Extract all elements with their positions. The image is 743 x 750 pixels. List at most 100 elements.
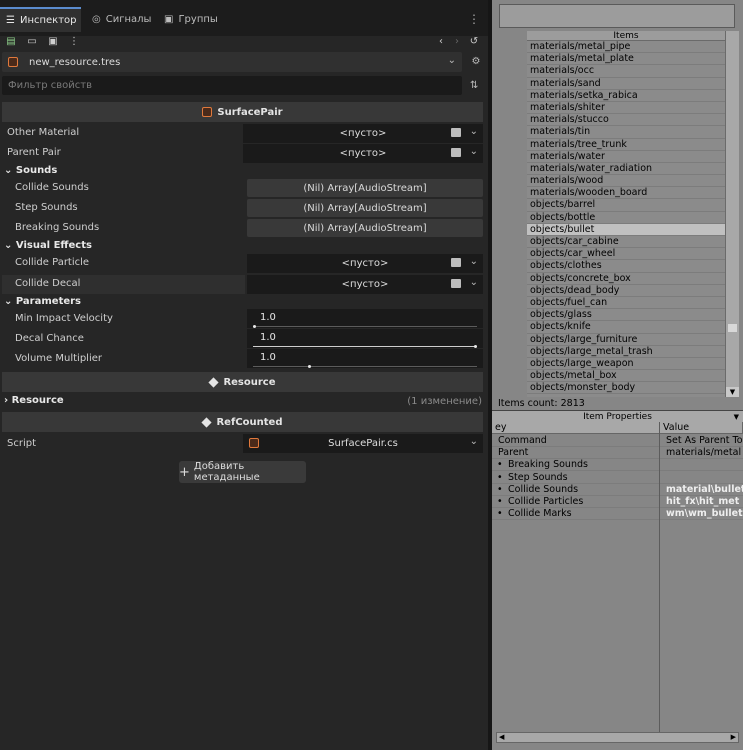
collide-particle-field[interactable]: <пусто> ⌄ — [247, 254, 483, 273]
slider-knob[interactable] — [308, 365, 312, 368]
list-item[interactable]: materials/stucco — [527, 114, 725, 127]
list-item[interactable]: objects/large_weapon — [527, 358, 725, 371]
collide-particle-value: <пусто> — [341, 258, 389, 269]
scroll-down-icon[interactable]: ▼ — [726, 387, 739, 397]
tab-menu-icon[interactable]: ⋮ — [468, 12, 480, 26]
tab-groups[interactable]: ▣ Группы — [158, 7, 224, 32]
section-resource-label: Resource — [223, 376, 276, 388]
parent-pair-field[interactable]: <пусто> ⌄ — [243, 144, 483, 163]
save-icon[interactable]: ▣ — [47, 36, 59, 48]
load-icon[interactable] — [451, 258, 461, 267]
history-icon[interactable]: ↺ — [468, 36, 480, 48]
section-surfacepair: SurfacePair — [2, 102, 483, 122]
list-item[interactable]: materials/sand — [527, 78, 725, 90]
scroll-thumb[interactable] — [728, 324, 737, 332]
history-forward-icon[interactable]: › — [451, 36, 463, 48]
open-folder-icon[interactable]: ▭ — [26, 36, 38, 48]
list-item[interactable]: materials/shiter — [527, 102, 725, 115]
items-list[interactable]: materials/metal_pipe materials/metal_plat… — [527, 41, 725, 397]
list-item[interactable]: objects/car_cabine — [527, 236, 725, 249]
section-resource: Resource — [2, 372, 483, 392]
group-visual-effects[interactable]: ⌄ Visual Effects — [4, 240, 92, 251]
bullet-icon: • — [497, 459, 503, 471]
property-row[interactable]: • Collide Particles hit_fx\hit_met — [492, 496, 743, 508]
property-row[interactable]: • Collide Marks wm\wm_bullet — [492, 508, 743, 521]
property-key: Parent — [498, 447, 529, 459]
signal-icon: ◎ — [92, 14, 101, 25]
tab-inspector[interactable]: ☰ Инспектор — [0, 7, 81, 32]
group-parameters[interactable]: ⌄ Parameters — [4, 296, 81, 307]
chevron-down-icon[interactable]: ⌄ — [470, 146, 478, 157]
chevron-down-icon[interactable]: ⌄ — [448, 55, 456, 66]
step-sounds-array-button[interactable]: (Nil) Array[AudioStream] — [247, 199, 483, 217]
bullet-icon: • — [497, 496, 503, 507]
property-row[interactable]: • Breaking Sounds — [492, 459, 743, 472]
list-item[interactable]: materials/metal_pipe — [527, 41, 725, 54]
group-resource[interactable]: › Resource — [4, 395, 64, 406]
list-item[interactable]: objects/large_metal_trash — [527, 346, 725, 358]
chevron-down-icon[interactable]: ⌄ — [470, 277, 478, 288]
breaking-sounds-array-button[interactable]: (Nil) Array[AudioStream] — [247, 219, 483, 237]
group-sounds[interactable]: ⌄ Sounds — [4, 165, 57, 176]
chevron-down-icon[interactable]: ⌄ — [470, 256, 478, 267]
list-item[interactable]: objects/knife — [527, 321, 725, 334]
list-item[interactable]: materials/tin — [527, 126, 725, 139]
property-row[interactable]: Parent materials/metal — [492, 447, 743, 460]
object-properties-icon[interactable]: ⚙ — [470, 56, 482, 68]
slider-knob[interactable] — [253, 325, 256, 328]
add-metadata-button[interactable]: + Добавить метаданные — [179, 461, 306, 483]
load-icon[interactable] — [451, 279, 461, 288]
list-item[interactable]: materials/water — [527, 151, 725, 163]
list-item[interactable]: materials/occ — [527, 65, 725, 78]
list-item[interactable]: materials/setka_rabica — [527, 90, 725, 102]
inspector-toolbar: ▤ ▭ ▣ ⋮ ‹ › ↺ — [0, 36, 488, 50]
property-filter-input[interactable]: Фильтр свойств — [2, 76, 462, 95]
slider-knob[interactable] — [474, 345, 477, 348]
property-row[interactable]: • Step Sounds — [492, 472, 743, 484]
scroll-right-icon[interactable]: ▶ — [731, 733, 736, 742]
load-icon[interactable] — [451, 128, 461, 137]
property-value: material\bullet — [666, 483, 743, 495]
column-value-header[interactable]: Value — [660, 422, 743, 434]
list-item[interactable]: objects/concrete_box — [527, 273, 725, 285]
chevron-down-icon[interactable]: ⌄ — [470, 126, 478, 137]
chevron-down-icon[interactable]: ⌄ — [470, 436, 478, 447]
list-item[interactable]: materials/water_radiation — [527, 163, 725, 176]
new-resource-icon[interactable]: ▤ — [5, 36, 17, 48]
items-scrollbar[interactable]: ▼ — [725, 31, 739, 397]
min-impact-velocity-spinslider[interactable]: 1.0 — [247, 309, 483, 328]
tab-signals[interactable]: ◎ Сигналы — [86, 7, 157, 32]
edited-resource-selector[interactable]: new_resource.tres ⌄ — [2, 52, 462, 72]
other-material-field[interactable]: <пусто> ⌄ — [243, 124, 483, 143]
collide-sounds-array-button[interactable]: (Nil) Array[AudioStream] — [247, 179, 483, 197]
list-item[interactable]: objects/car_wheel — [527, 248, 725, 261]
collide-decal-field[interactable]: <пусто> ⌄ — [247, 275, 483, 294]
list-item[interactable]: objects/metal_box — [527, 370, 725, 383]
property-row[interactable]: Command Set As Parent To — [492, 435, 743, 447]
list-item[interactable]: objects/clothes — [527, 260, 725, 273]
decal-chance-spinslider[interactable]: 1.0 — [247, 329, 483, 348]
volume-multiplier-spinslider[interactable]: 1.0 — [247, 349, 483, 368]
column-key-header[interactable]: ey — [492, 422, 660, 434]
scroll-left-icon[interactable]: ◀ — [499, 733, 504, 742]
list-item[interactable]: materials/wooden_board — [527, 187, 725, 200]
list-item[interactable]: materials/metal_plate — [527, 53, 725, 66]
list-item[interactable]: objects/bottle — [527, 212, 725, 224]
script-field[interactable]: SurfacePair.cs ⌄ — [243, 434, 483, 453]
history-back-icon[interactable]: ‹ — [435, 36, 447, 48]
property-row[interactable]: • Collide Sounds material\bullet — [492, 484, 743, 496]
more-icon[interactable]: ⋮ — [68, 36, 80, 48]
list-item[interactable]: objects/dead_body — [527, 285, 725, 297]
decal-chance-value: 1.0 — [260, 332, 276, 343]
list-item[interactable]: materials/tree_trunk — [527, 139, 725, 151]
filter-settings-icon[interactable]: ⇅ — [470, 80, 478, 91]
list-item[interactable]: objects/bullet — [527, 223, 725, 236]
load-icon[interactable] — [451, 148, 461, 157]
list-item[interactable]: objects/barrel — [527, 199, 725, 212]
horizontal-scrollbar[interactable]: ◀ ▶ — [496, 732, 739, 743]
list-item[interactable]: materials/wood — [527, 175, 725, 188]
list-item[interactable]: objects/glass — [527, 309, 725, 322]
list-item[interactable]: objects/monster_body — [527, 382, 725, 395]
list-item[interactable]: objects/fuel_can — [527, 297, 725, 310]
list-item[interactable]: objects/large_furniture — [527, 334, 725, 346]
